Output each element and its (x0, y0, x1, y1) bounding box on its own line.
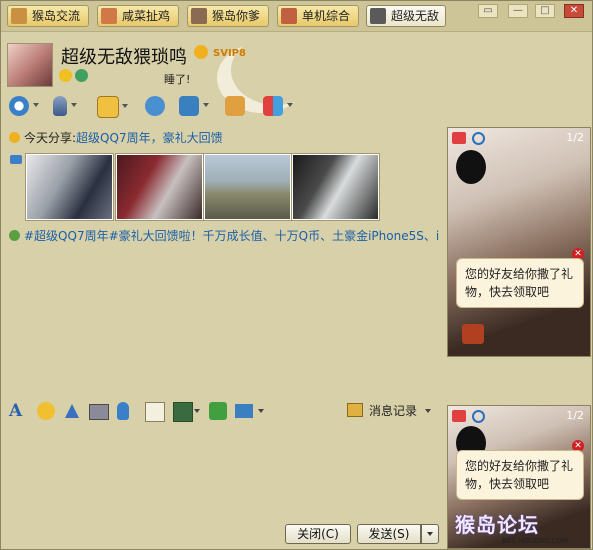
tab-group-2[interactable]: 咸菜扯鸡 (97, 5, 179, 27)
group-icon (101, 8, 117, 24)
camera-icon (10, 155, 22, 164)
gift-notice-bubble[interactable]: 您的好友给你撒了礼物，快去领取吧 (456, 258, 584, 308)
topic-link[interactable]: #超级QQ7周年#豪礼大回馈啦！千万成长值、十万Q币、土豪金iPhone5S、i… (24, 229, 439, 243)
tab-group-1[interactable]: 猴岛交流 (7, 5, 89, 27)
chevron-down-icon (427, 532, 433, 536)
moon-decoration (231, 35, 321, 105)
voice-call-icon[interactable] (53, 96, 77, 116)
screenshot-icon[interactable] (235, 404, 253, 418)
video-call-icon[interactable] (9, 96, 39, 116)
tab-bar: 猴岛交流 咸菜扯鸡 猴岛你爹 单机综合 超级无敌 ▭ — □ ✕ (1, 1, 592, 32)
message-history-button[interactable]: 消息记录 (347, 402, 432, 419)
screenshot-dropdown-icon[interactable] (258, 409, 264, 413)
send-button[interactable]: 发送(S) (357, 524, 421, 544)
tab-group-3[interactable]: 猴岛你爹 (187, 5, 269, 27)
gift-tag-icon[interactable] (452, 132, 466, 144)
image-icon[interactable] (173, 402, 193, 422)
emoji-icon[interactable] (37, 402, 55, 420)
group-icon (281, 8, 297, 24)
minimize-button[interactable]: — (508, 4, 528, 18)
tab-group-4[interactable]: 单机综合 (277, 5, 359, 27)
restore-button[interactable]: ▭ (478, 4, 498, 18)
share-link[interactable]: 超级QQ7周年，豪礼大回馈 (76, 131, 223, 145)
topic-row: #超级QQ7周年#豪礼大回馈啦！千万成长值、十万Q币、土豪金iPhone5S、i… (9, 227, 439, 244)
share-label: 今天分享: (24, 131, 77, 145)
video-clip-icon[interactable] (89, 404, 109, 420)
tab-chat-user[interactable]: 超级无敌 (366, 5, 446, 27)
forum-watermark-url: BBS.HOUDAO.COM (502, 537, 568, 545)
group-icon (11, 8, 27, 24)
apps-icon[interactable] (263, 96, 293, 116)
ad-panel[interactable]: 1/2 ✕ 您的好友给你撒了礼物，快去领取吧 (447, 127, 591, 357)
gift-tag-icon[interactable] (452, 410, 466, 422)
user-avatar-icon (370, 8, 386, 24)
message-input[interactable] (7, 425, 443, 517)
share-screen-icon[interactable] (225, 96, 245, 116)
ad-page-indicator: 1/2 (566, 409, 584, 422)
close-window-button[interactable]: ✕ (564, 4, 584, 18)
search-icon[interactable] (472, 410, 485, 423)
gift-notice-bubble[interactable]: 您的好友给你撒了礼物，快去领取吧 (456, 450, 584, 500)
tab-label: 超级无敌 (391, 9, 440, 23)
group-icon (191, 8, 207, 24)
contact-nickname: 超级无敌猥琐鸣 (61, 47, 187, 68)
ad-page-indicator: 1/2 (566, 131, 584, 144)
cartoon-avatar-icon (456, 150, 486, 184)
music-icon[interactable] (209, 402, 227, 420)
close-chat-button[interactable]: 关闭(C) (285, 524, 351, 544)
status-text: 睡了! (164, 73, 191, 86)
tab-label: 猴岛你爹 (212, 9, 261, 23)
gift-box-icon (462, 324, 484, 344)
svip-crown-icon (194, 45, 208, 59)
font-icon[interactable]: A (9, 402, 27, 420)
maximize-button[interactable]: □ (535, 4, 555, 18)
send-file-icon[interactable] (97, 96, 128, 118)
create-discussion-icon[interactable] (145, 96, 165, 116)
image-dropdown-icon[interactable] (194, 409, 200, 413)
history-label: 消息记录 (369, 404, 418, 418)
scrawl-icon[interactable] (145, 402, 165, 422)
topic-icon (9, 230, 20, 241)
chevron-down-icon[interactable] (425, 409, 432, 413)
status-icons (59, 69, 91, 85)
share-row: 今天分享:超级QQ7周年，豪礼大回馈 (9, 129, 223, 146)
photo-thumbnail[interactable] (291, 153, 380, 221)
forum-watermark: 猴岛论坛 (455, 513, 539, 537)
svip-badge[interactable]: SVIP8 (213, 48, 246, 59)
chat-window: 猴岛交流 咸菜扯鸡 猴岛你爹 单机综合 超级无敌 ▭ — □ ✕ 超级无敌猥琐鸣… (0, 0, 593, 550)
search-icon[interactable] (472, 132, 485, 145)
voice-message-icon[interactable] (117, 402, 129, 420)
avatar[interactable] (7, 43, 53, 87)
photo-thumbnail[interactable] (203, 153, 292, 221)
star-icon[interactable] (59, 69, 72, 82)
shake-icon[interactable] (63, 402, 81, 420)
online-status-icon (75, 69, 88, 82)
tab-label: 猴岛交流 (32, 9, 81, 23)
remote-assist-icon[interactable] (179, 96, 209, 116)
tab-label: 咸菜扯鸡 (122, 9, 171, 23)
photo-thumbnail[interactable] (115, 153, 204, 221)
share-icon (9, 132, 20, 143)
history-icon (347, 403, 363, 417)
photo-thumbnail[interactable] (25, 153, 114, 221)
tab-label: 单机综合 (302, 9, 351, 23)
send-options-button[interactable] (421, 524, 439, 544)
